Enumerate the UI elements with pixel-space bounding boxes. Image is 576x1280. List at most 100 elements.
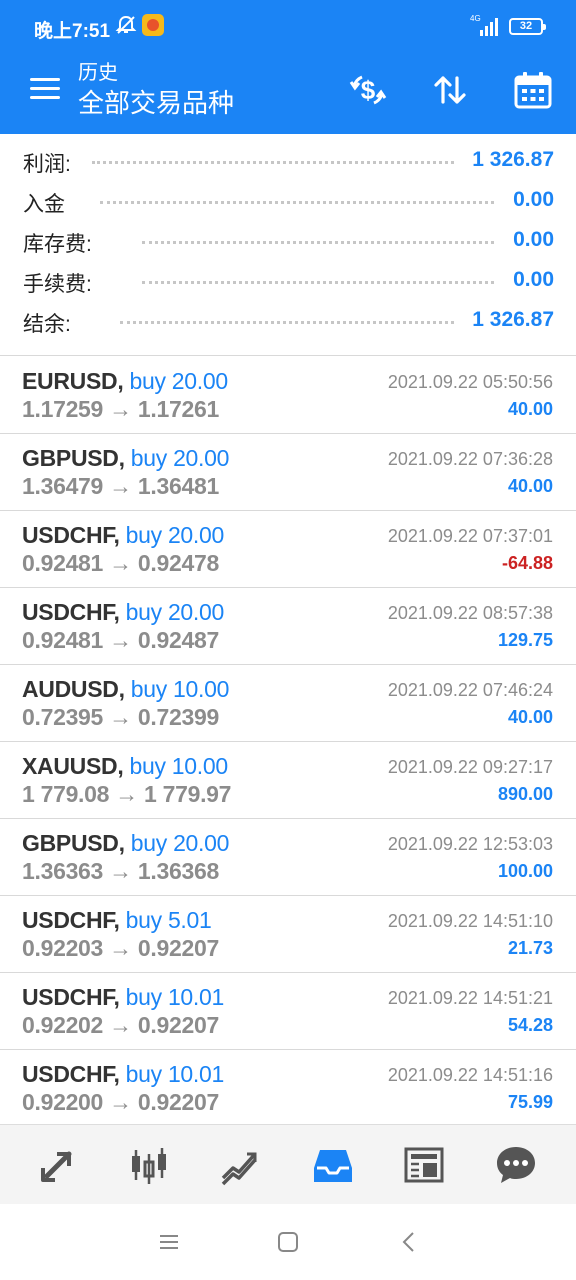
trade-symbol: XAUUSD, <box>22 753 124 779</box>
trade-profit: 40.00 <box>507 399 553 419</box>
back-icon[interactable] <box>395 1228 423 1256</box>
summary-label: 利润: <box>23 153 71 176</box>
trade-side: buy 20.00 <box>125 522 225 548</box>
news-icon[interactable] <box>402 1143 446 1187</box>
quotes-icon[interactable] <box>36 1143 80 1187</box>
trade-prices: 1.17259 → 1.17261 <box>22 396 219 422</box>
trade-row[interactable]: GBPUSD, buy 20.00 1.36363 → 1.36368 2021… <box>0 819 576 896</box>
summary-row-deposit: 入金 0.00 <box>0 182 576 222</box>
signal-icon: 4G <box>470 14 500 36</box>
trade-symbol-line: USDCHF, buy 20.00 <box>22 599 224 626</box>
recent-apps-icon[interactable] <box>155 1228 183 1256</box>
trade-profit: -64.88 <box>501 553 553 573</box>
bottom-nav <box>0 1124 576 1204</box>
screen: 晚上7:51 4G 32 历史 全部交易品种 $ 利润: 1 326.87 入金… <box>0 0 576 1280</box>
summary-value: 0.00 <box>513 228 554 251</box>
status-time: 晚上7:51 <box>34 21 111 42</box>
history-icon[interactable] <box>311 1143 355 1187</box>
trade-time: 2021.09.22 07:37:01 <box>387 526 553 546</box>
trade-row[interactable]: USDCHF, buy 10.01 0.92202 → 0.92207 2021… <box>0 973 576 1050</box>
summary-row-swap: 库存费: 0.00 <box>0 222 576 262</box>
trade-symbol: USDCHF, <box>22 599 120 625</box>
trade-symbol-line: GBPUSD, buy 20.00 <box>22 445 229 472</box>
trade-prices: 0.92202 → 0.92207 <box>22 1012 219 1038</box>
trade-symbol: USDCHF, <box>22 522 120 548</box>
trade-symbol-line: USDCHF, buy 20.00 <box>22 522 224 549</box>
dotted-leader <box>142 281 494 284</box>
network-type: 4G <box>470 14 481 23</box>
trade-prices: 0.92203 → 0.92207 <box>22 935 219 961</box>
trade-symbol: USDCHF, <box>22 907 120 933</box>
trade-row[interactable]: USDCHF, buy 20.00 0.92481 → 0.92487 2021… <box>0 588 576 665</box>
trade-row[interactable]: USDCHF, buy 5.01 0.92203 → 0.92207 2021.… <box>0 896 576 973</box>
summary-label: 入金 <box>23 193 65 216</box>
trade-symbol: GBPUSD, <box>22 445 125 471</box>
summary-value: 0.00 <box>513 268 554 291</box>
trade-side: buy 10.00 <box>129 753 229 779</box>
summary-label: 手续费: <box>23 273 92 296</box>
dotted-leader <box>92 161 454 164</box>
trade-profit: 890.00 <box>497 784 553 804</box>
summary-value: 1 326.87 <box>472 308 554 331</box>
trade-prices: 0.72395 → 0.72399 <box>22 704 219 730</box>
status-bar: 晚上7:51 4G 32 <box>0 0 576 56</box>
trade-symbol-line: USDCHF, buy 5.01 <box>22 907 212 934</box>
summary-row-commission: 手续费: 0.00 <box>0 262 576 302</box>
app-notification-icon <box>142 14 164 36</box>
trade-profit: 100.00 <box>497 861 553 881</box>
trade-symbol-line: USDCHF, buy 10.01 <box>22 984 224 1011</box>
summary-label: 结余: <box>23 313 71 336</box>
svg-text:$: $ <box>361 75 376 105</box>
title-block[interactable]: 历史 全部交易品种 <box>78 60 234 120</box>
summary-divider <box>0 355 576 356</box>
sort-icon[interactable] <box>430 70 470 110</box>
trade-row[interactable]: XAUUSD, buy 10.00 1 779.08 → 1 779.97 20… <box>0 742 576 819</box>
trade-row[interactable]: USDCHF, buy 10.01 0.92200 → 0.92207 2021… <box>0 1050 576 1127</box>
dotted-leader <box>142 241 494 244</box>
chat-icon[interactable] <box>494 1143 538 1187</box>
summary-row-profit: 利润: 1 326.87 <box>0 142 576 182</box>
trade-symbol: USDCHF, <box>22 1061 120 1087</box>
menu-icon[interactable] <box>30 78 60 100</box>
trade-row[interactable]: USDCHF, buy 20.00 0.92481 → 0.92478 2021… <box>0 511 576 588</box>
trade-profit: 40.00 <box>507 476 553 496</box>
trade-profit: 129.75 <box>497 630 553 650</box>
trade-symbol-line: AUDUSD, buy 10.00 <box>22 676 229 703</box>
page-subtitle: 历史 <box>78 62 118 84</box>
trade-prices: 1.36479 → 1.36481 <box>22 473 219 499</box>
summary-panel: 利润: 1 326.87 入金 0.00 库存费: 0.00 手续费: 0.00… <box>0 142 576 342</box>
trade-side: buy 5.01 <box>125 907 212 933</box>
system-nav-bar <box>0 1204 576 1280</box>
trade-symbol: USDCHF, <box>22 984 120 1010</box>
trade-time: 2021.09.22 14:51:21 <box>387 988 553 1008</box>
summary-value: 1 326.87 <box>472 148 554 171</box>
home-icon[interactable] <box>274 1228 302 1256</box>
dotted-leader <box>100 201 494 204</box>
trade-side: buy 10.01 <box>125 1061 225 1087</box>
trade-row[interactable]: AUDUSD, buy 10.00 0.72395 → 0.72399 2021… <box>0 665 576 742</box>
app-bar: 历史 全部交易品种 $ <box>0 56 576 134</box>
trade-prices: 1 779.08 → 1 779.97 <box>22 781 232 807</box>
trade-side: buy 20.00 <box>130 830 230 856</box>
summary-label: 库存费: <box>23 233 92 256</box>
trade-time: 2021.09.22 14:51:10 <box>387 911 553 931</box>
summary-row-balance: 结余: 1 326.87 <box>0 302 576 342</box>
trade-prices: 0.92481 → 0.92478 <box>22 550 219 576</box>
trade-icon[interactable] <box>218 1143 262 1187</box>
battery-icon: 32 <box>509 18 546 35</box>
trade-prices: 0.92200 → 0.92207 <box>22 1089 219 1115</box>
trade-time: 2021.09.22 09:27:17 <box>387 757 553 777</box>
chart-icon[interactable] <box>127 1143 171 1187</box>
trade-side: buy 20.00 <box>130 445 230 471</box>
trade-side: buy 10.00 <box>130 676 230 702</box>
bell-muted-icon <box>115 14 137 42</box>
trade-row[interactable]: EURUSD, buy 20.00 1.17259 → 1.17261 2021… <box>0 357 576 434</box>
trade-time: 2021.09.22 07:36:28 <box>387 449 553 469</box>
dollar-refresh-icon[interactable]: $ <box>348 70 388 110</box>
trade-list: EURUSD, buy 20.00 1.17259 → 1.17261 2021… <box>0 357 576 1127</box>
calendar-icon[interactable] <box>513 70 553 110</box>
trade-row[interactable]: GBPUSD, buy 20.00 1.36479 → 1.36481 2021… <box>0 434 576 511</box>
trade-symbol: GBPUSD, <box>22 830 125 856</box>
trade-symbol-line: USDCHF, buy 10.01 <box>22 1061 224 1088</box>
trade-time: 2021.09.22 14:51:16 <box>387 1065 553 1085</box>
